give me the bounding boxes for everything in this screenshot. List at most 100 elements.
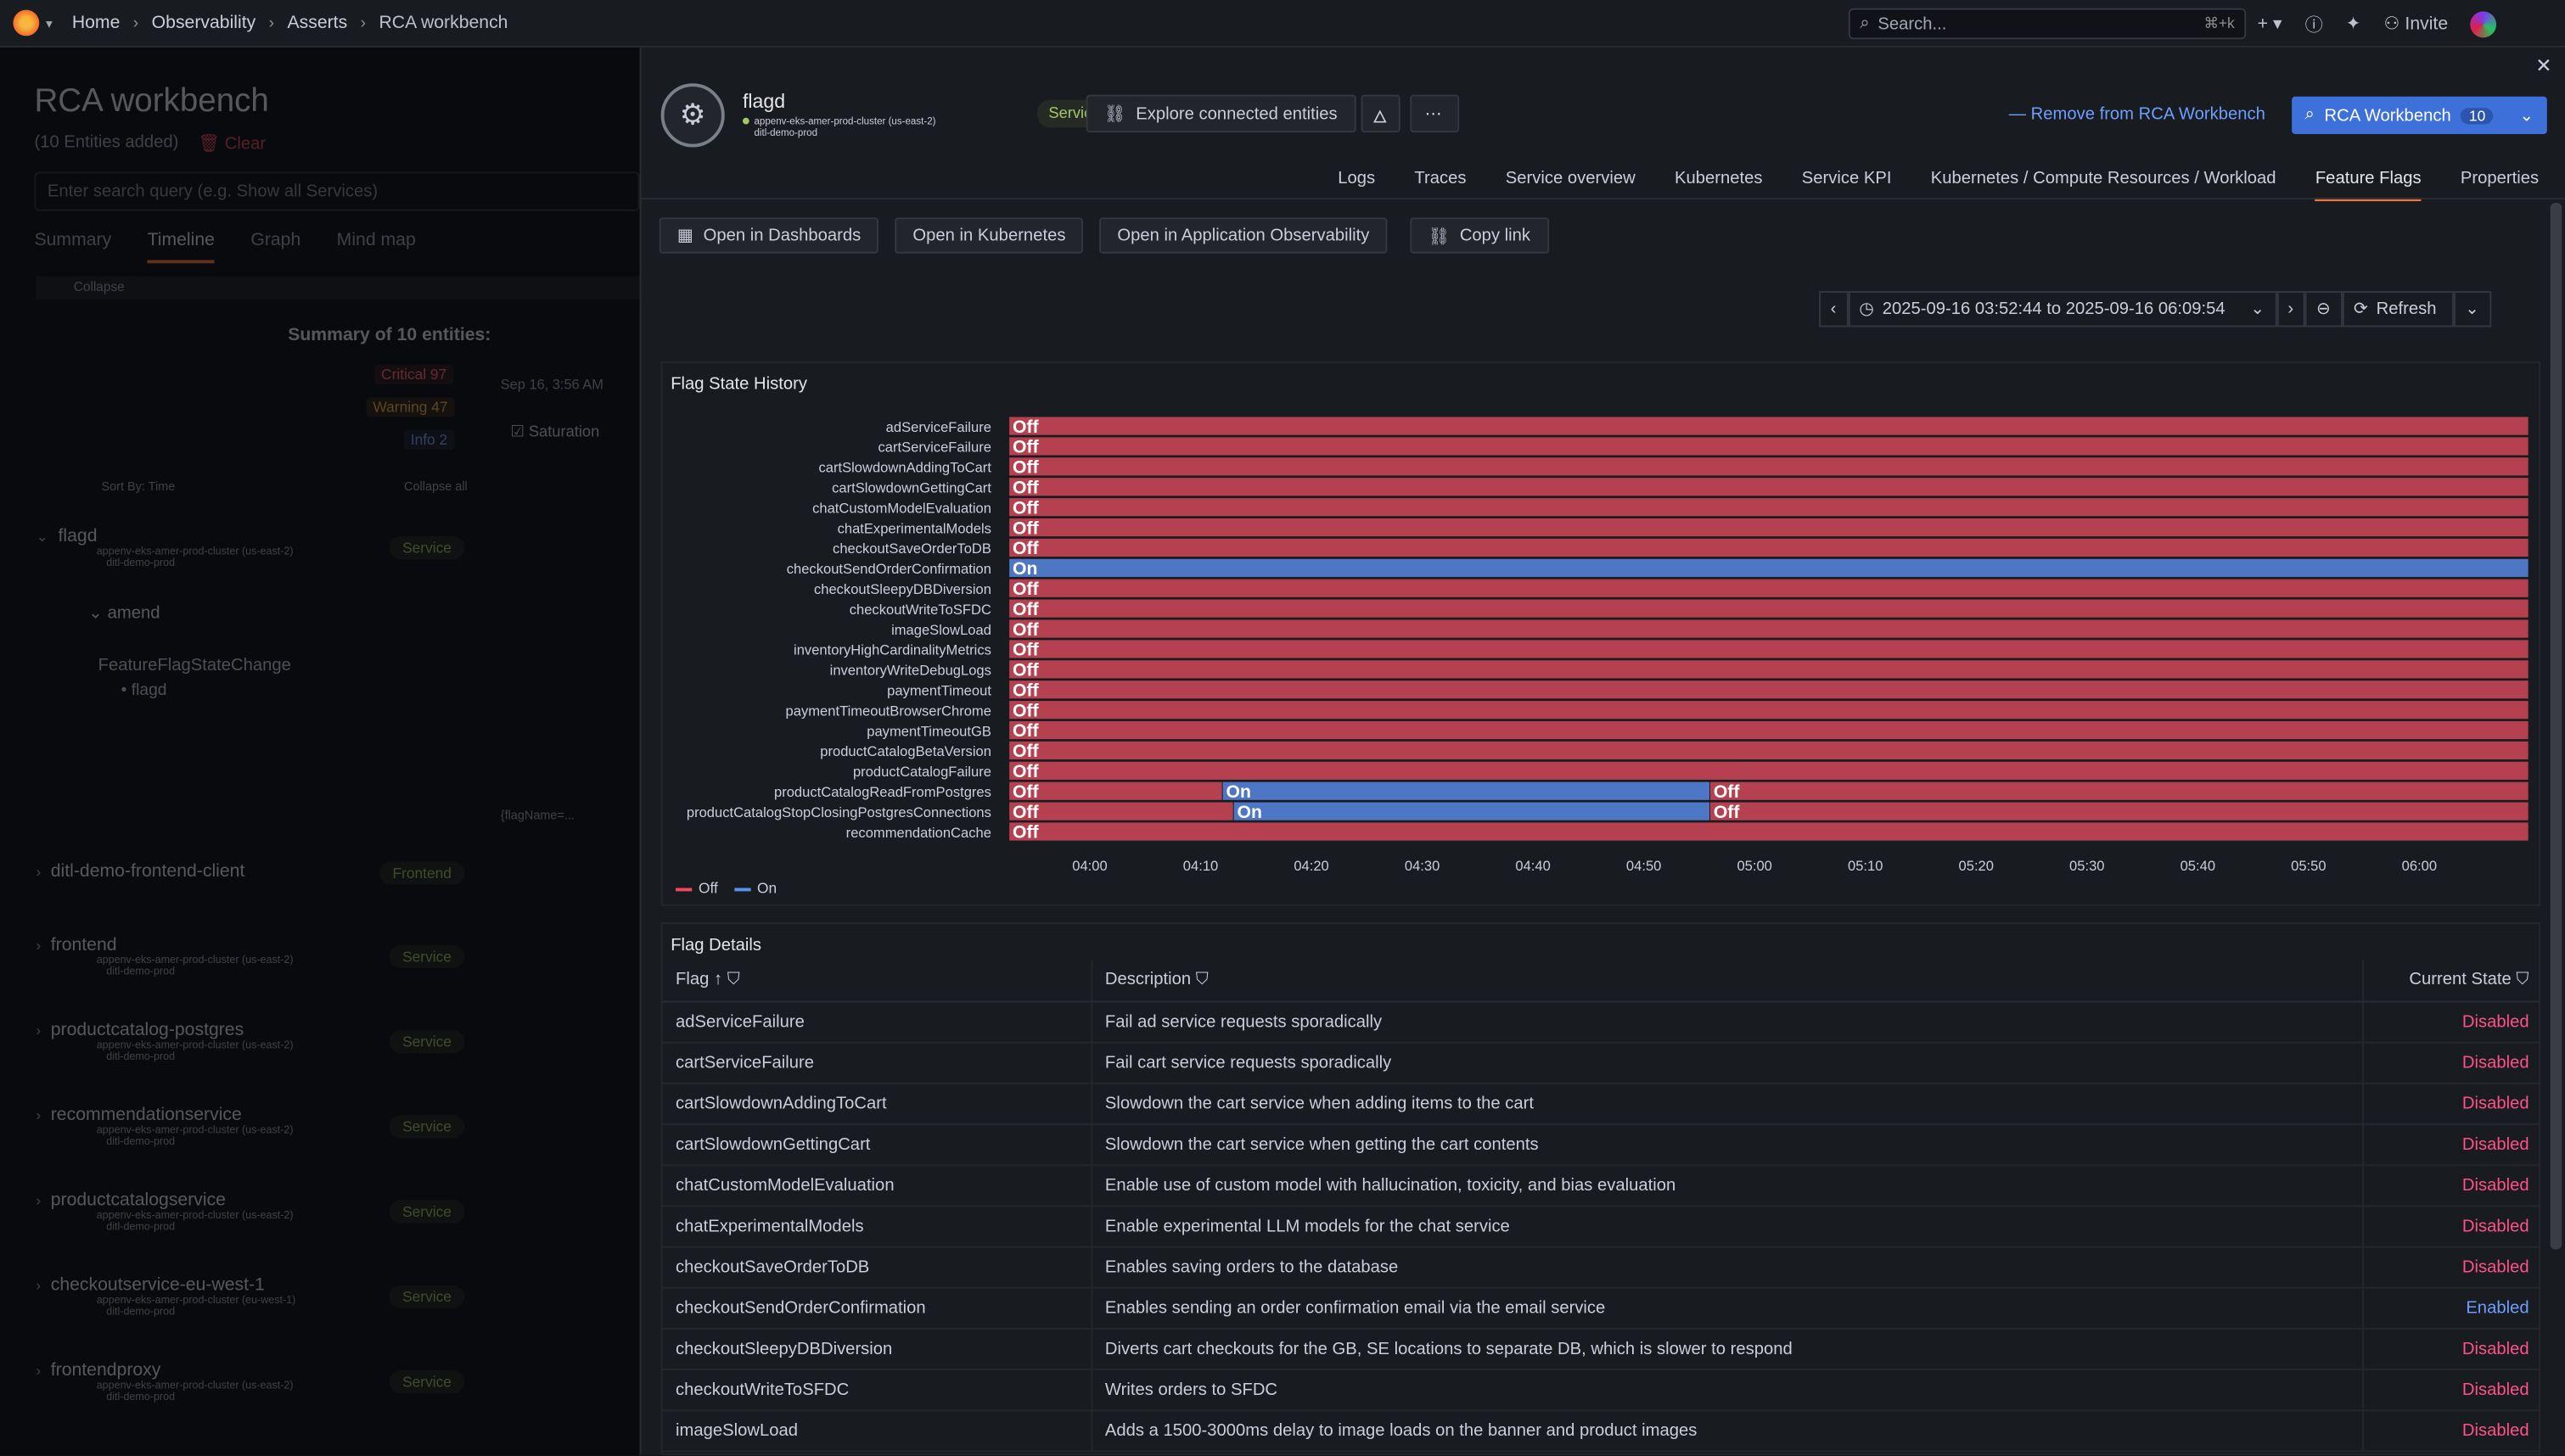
tab-service-overview[interactable]: Service overview [1506, 169, 1636, 202]
column-header-flag[interactable]: Flag ↑ ⛉ [662, 960, 1092, 1002]
rca-label: RCA Workbench [2324, 105, 2451, 126]
state-segment[interactable] [1009, 599, 2529, 618]
state-segment[interactable] [1009, 498, 2529, 517]
state-segment-label: Off [1013, 701, 1040, 720]
state-segment[interactable] [1709, 781, 2529, 800]
tab-feature-flags[interactable]: Feature Flags [2315, 169, 2422, 202]
time-back-button[interactable]: ‹ [1819, 291, 1848, 328]
rca-workbench-button[interactable]: ⌕ RCA Workbench 10 ⌄ [2292, 96, 2547, 135]
state-segment[interactable] [1009, 741, 2529, 760]
table-row[interactable]: checkoutWriteToSFDC Writes orders to SFDC… [662, 1369, 2540, 1411]
tab-service-kpi[interactable]: Service KPI [1802, 169, 1892, 202]
state-segment-label: Off [1013, 823, 1040, 843]
x-tick-label: 05:10 [1848, 858, 1883, 874]
table-row[interactable]: checkoutSleepyDBDiversion Diverts cart ch… [662, 1327, 2540, 1370]
legend-item-on[interactable]: On [734, 880, 777, 896]
state-segment[interactable] [1009, 579, 2529, 597]
breadcrumb-asserts[interactable]: Asserts [287, 13, 347, 32]
table-row[interactable]: cartSlowdownGettingCart Slowdown the cart… [662, 1123, 2540, 1166]
state-segment[interactable] [1009, 457, 2529, 476]
state-segment[interactable] [1009, 437, 2529, 456]
chevron-down-icon[interactable]: ▾ [46, 15, 53, 30]
tab-compute-resources[interactable]: Kubernetes / Compute Resources / Workloa… [1931, 169, 2276, 202]
table-row[interactable]: chatExperimentalModels Enable experimenta… [662, 1205, 2540, 1247]
state-segment[interactable] [1009, 538, 2529, 557]
breadcrumb-home[interactable]: Home [72, 13, 121, 32]
state-segment[interactable] [1222, 781, 1710, 800]
help-icon[interactable]: ⓘ [2305, 11, 2323, 37]
table-row[interactable]: adServiceFailure Fail ad service requests… [662, 1000, 2540, 1043]
refresh-button[interactable]: ⟳ Refresh [2342, 291, 2454, 328]
state-segment[interactable] [1009, 802, 1233, 820]
state-segment[interactable] [1709, 802, 2529, 820]
panel-scrollbar[interactable] [2550, 202, 2562, 1250]
open-kubernetes-button[interactable]: Open in Kubernetes [895, 217, 1084, 254]
x-tick-label: 05:30 [2069, 858, 2104, 874]
global-search-input[interactable]: ⌕ Search... ⌘+k [1848, 8, 2247, 40]
state-segment-label: On [1226, 782, 1250, 802]
search-shortcut: ⌘+k [2203, 14, 2235, 31]
state-segment[interactable] [1009, 660, 2529, 679]
table-row[interactable]: cartServiceFailure Fail cart service requ… [662, 1041, 2540, 1084]
explore-connected-button[interactable]: ⛓ Explore connected entities [1086, 94, 1355, 133]
legend-item-off[interactable]: Off [675, 880, 718, 896]
flag-row-label: checkoutSendOrderConfirmation [787, 561, 991, 577]
state-segment[interactable] [1009, 761, 2529, 780]
flag-row-label: recommendationCache [846, 825, 991, 841]
entity-title: flagd [742, 90, 786, 113]
state-segment[interactable] [1009, 822, 2529, 841]
x-tick-label: 05:40 [2181, 858, 2215, 874]
state-cell: Disabled [2362, 1000, 2540, 1043]
breadcrumb-observability[interactable]: Observability [152, 13, 256, 32]
tab-traces[interactable]: Traces [1414, 169, 1466, 202]
filter-icon[interactable]: ⛉ [2516, 969, 2529, 988]
avatar[interactable] [2471, 10, 2497, 37]
flame-button[interactable]: 🜂 [1361, 94, 1400, 133]
state-segment[interactable] [1009, 417, 2529, 435]
filter-icon[interactable]: ⛉ [727, 969, 740, 988]
state-segment[interactable] [1009, 781, 1222, 800]
chevron-down-icon: ⌄ [2465, 299, 2480, 319]
table-row[interactable]: checkoutSendOrderConfirmation Enables sen… [662, 1286, 2540, 1329]
tab-properties[interactable]: Properties [2461, 169, 2539, 202]
flag-row-label: inventoryHighCardinalityMetrics [794, 642, 991, 658]
remove-from-workbench-button[interactable]: — Remove from RCA Workbench [2009, 104, 2265, 124]
state-segment[interactable] [1009, 558, 2529, 577]
state-segment[interactable] [1009, 680, 2529, 699]
open-dashboards-button[interactable]: ▦ Open in Dashboards [659, 217, 879, 254]
flag-name-cell: chatCustomModelEvaluation [662, 1164, 1092, 1207]
user-icon: ⚇ [2383, 14, 2405, 35]
copy-link-label: Copy link [1459, 225, 1531, 246]
table-row[interactable]: chatCustomModelEvaluation Enable use of c… [662, 1164, 2540, 1207]
state-segment[interactable] [1233, 802, 1710, 820]
tab-logs[interactable]: Logs [1338, 169, 1375, 202]
filter-icon[interactable]: ⛉ [1196, 969, 1209, 988]
table-row[interactable]: imageSlowLoad Adds a 1500-3000ms delay to… [662, 1409, 2540, 1452]
column-header-current-state[interactable]: Current State ⛉ [2362, 960, 2540, 1002]
refresh-interval-dropdown[interactable]: ⌄ [2453, 291, 2491, 328]
time-forward-button[interactable]: › [2276, 291, 2305, 328]
copy-link-button[interactable]: ⛓ Copy link [1410, 217, 1549, 254]
grafana-logo-icon[interactable] [13, 9, 40, 36]
entity-tabs: Logs Traces Service overview Kubernetes … [1338, 169, 2539, 202]
open-app-observability-button[interactable]: Open in Application Observability [1099, 217, 1388, 254]
state-segment[interactable] [1009, 619, 2529, 638]
tab-kubernetes[interactable]: Kubernetes [1675, 169, 1763, 202]
state-segment[interactable] [1009, 640, 2529, 658]
time-range-picker[interactable]: ◷ 2025-09-16 03:52:44 to 2025-09-16 06:09… [1847, 291, 2276, 328]
table-row[interactable]: cartSlowdownAddingToCart Slowdown the car… [662, 1082, 2540, 1125]
state-segment[interactable] [1009, 518, 2529, 537]
drawer-overlay[interactable] [0, 47, 640, 1456]
chevron-down-icon[interactable]: ⌄ [2519, 105, 2534, 125]
state-segment[interactable] [1009, 478, 2529, 496]
more-button[interactable]: ⋯ [1410, 94, 1460, 133]
close-icon[interactable]: ✕ [2535, 54, 2551, 77]
invite-button[interactable]: ⚇ Invite [2384, 13, 2449, 34]
column-header-description[interactable]: Description ⛉ [1091, 960, 2363, 1002]
state-segment[interactable] [1009, 720, 2529, 740]
sparkle-icon[interactable]: ✦ [2346, 13, 2361, 34]
table-row[interactable]: checkoutSaveOrderToDB Enables saving orde… [662, 1246, 2540, 1288]
zoom-out-button[interactable]: ⊖ [2304, 291, 2343, 328]
add-icon[interactable]: + ▾ [2258, 13, 2282, 34]
state-segment[interactable] [1009, 701, 2529, 720]
